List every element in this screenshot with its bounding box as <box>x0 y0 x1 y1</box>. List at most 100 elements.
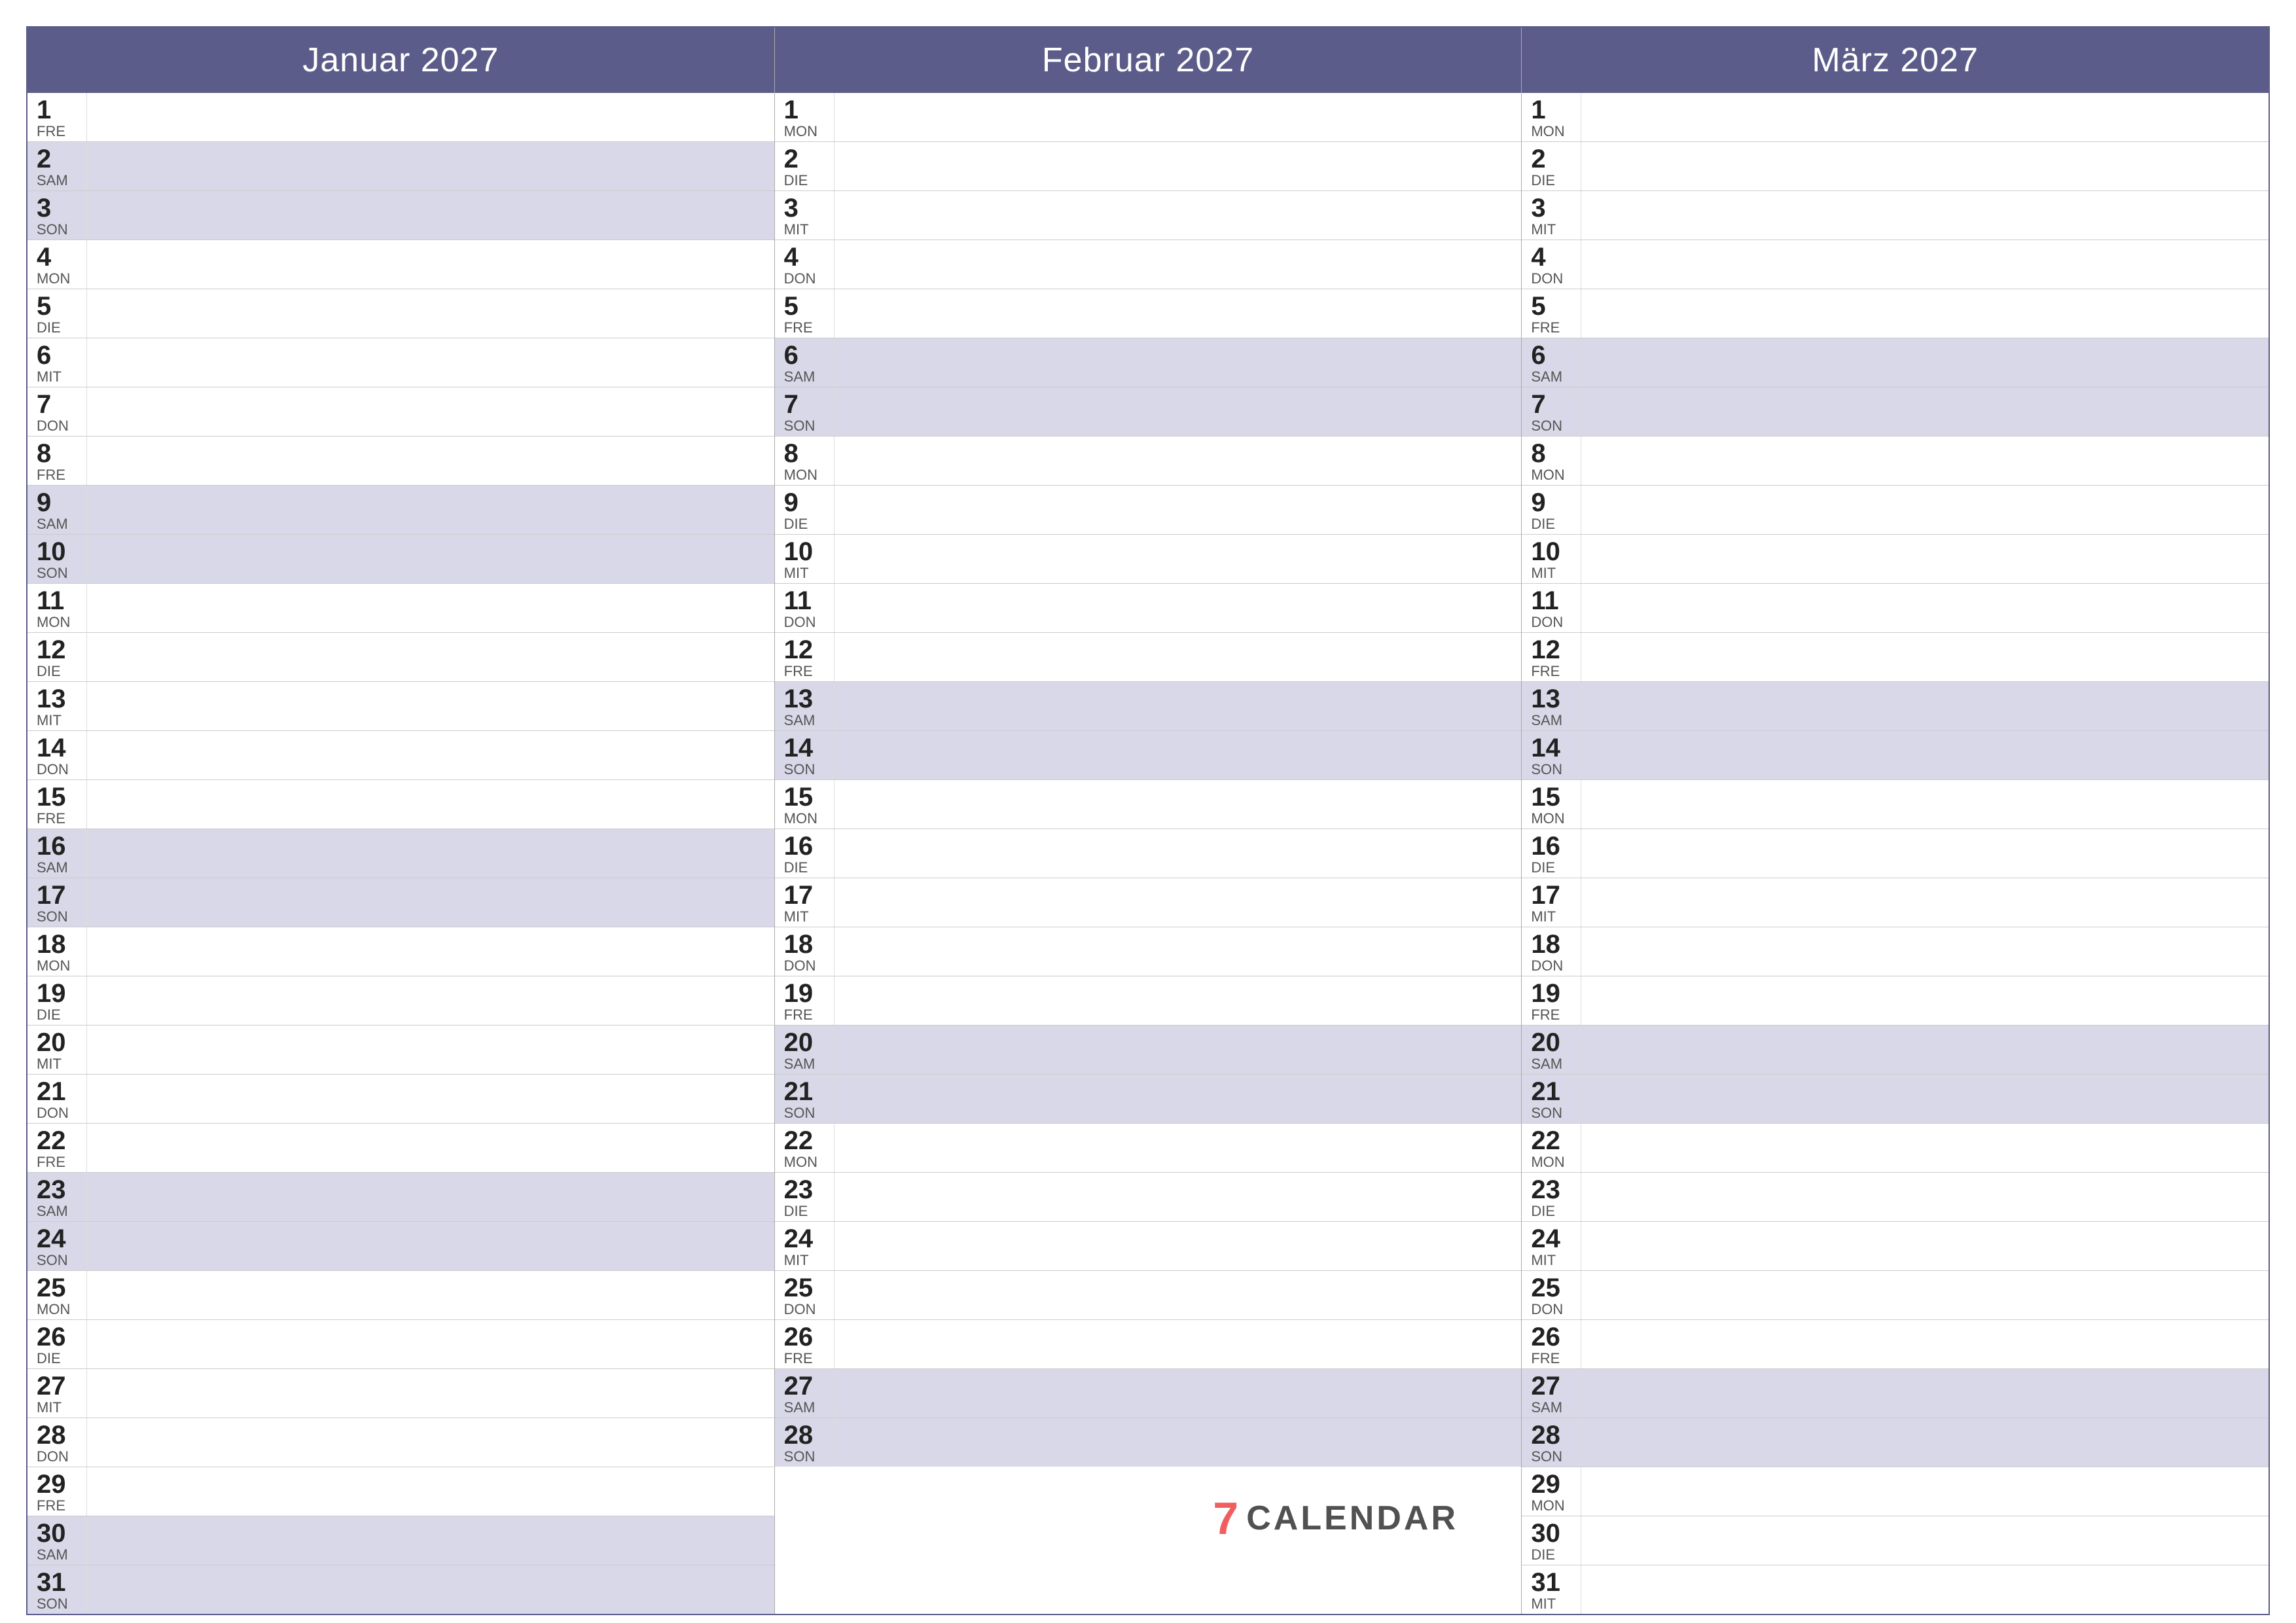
day-row: 31SON <box>27 1565 774 1614</box>
day-abbreviation: SON <box>1531 1450 1562 1464</box>
day-number: 11 <box>37 588 64 614</box>
day-content-area <box>86 1467 774 1516</box>
day-number-col: 10MIT <box>775 535 834 583</box>
day-content-area <box>1581 142 2269 190</box>
day-content-area <box>86 1320 774 1368</box>
day-row: 20MIT <box>27 1026 774 1075</box>
day-abbreviation: SAM <box>37 173 68 188</box>
day-content-area <box>1581 1467 2269 1516</box>
day-abbreviation: MON <box>1531 468 1564 482</box>
day-number: 28 <box>784 1422 814 1448</box>
day-abbreviation: MON <box>784 812 817 826</box>
day-abbreviation: SON <box>784 1450 816 1464</box>
day-row: 17SON <box>27 878 774 927</box>
day-abbreviation: DIE <box>1531 861 1555 875</box>
day-abbreviation: MON <box>37 615 70 630</box>
day-content-area <box>1581 1222 2269 1270</box>
day-number: 28 <box>37 1422 66 1448</box>
day-number-col: 20SAM <box>1522 1026 1581 1074</box>
day-row: 19DIE <box>27 976 774 1026</box>
day-number: 19 <box>1531 980 1560 1007</box>
day-abbreviation: DIE <box>37 664 61 679</box>
day-content-area <box>1581 535 2269 583</box>
day-number-col: 28SON <box>1522 1418 1581 1467</box>
day-content-area <box>86 387 774 436</box>
day-content-area <box>834 240 1522 289</box>
day-content-area <box>1581 1418 2269 1467</box>
day-content-area <box>86 976 774 1025</box>
day-row: 6MIT <box>27 338 774 387</box>
day-number: 14 <box>784 735 814 761</box>
day-abbreviation: MIT <box>37 713 62 728</box>
day-number: 23 <box>37 1177 66 1203</box>
day-row: 16DIE <box>1522 829 2269 878</box>
day-row: 11MON <box>27 584 774 633</box>
day-row: 7SON <box>775 387 1522 437</box>
day-row: 26FRE <box>775 1320 1522 1369</box>
day-row: 9DIE <box>775 486 1522 535</box>
day-number: 2 <box>1531 146 1545 172</box>
day-number: 25 <box>1531 1275 1560 1301</box>
day-number-col: 16DIE <box>1522 829 1581 878</box>
day-row: 26DIE <box>27 1320 774 1369</box>
day-content-area <box>834 976 1522 1025</box>
month-col-3: März 20271MON2DIE3MIT4DON5FRE6SAM7SON8MO… <box>1522 27 2269 1614</box>
day-number-col: 16 SAM <box>27 829 86 878</box>
day-row: 2SAM <box>27 142 774 191</box>
day-number: 8 <box>784 440 798 467</box>
day-abbreviation: DON <box>784 615 816 630</box>
day-number: 7 <box>37 391 51 418</box>
day-number-col: 11DON <box>775 584 834 632</box>
day-row: 9SAM <box>27 486 774 535</box>
day-content-area <box>1581 682 2269 730</box>
day-content-area <box>86 1173 774 1221</box>
day-abbreviation: DIE <box>1531 1548 1555 1562</box>
day-content-area <box>86 191 774 240</box>
day-row: 17MIT <box>1522 878 2269 927</box>
day-number-col: 15MON <box>775 780 834 829</box>
day-number-col: 18DON <box>1522 927 1581 976</box>
day-number-col: 2DIE <box>775 142 834 190</box>
day-abbreviation: SAM <box>1531 1400 1562 1415</box>
day-content-area <box>1581 927 2269 976</box>
day-number: 22 <box>784 1128 814 1154</box>
day-number: 19 <box>784 980 814 1007</box>
day-number: 5 <box>1531 293 1545 319</box>
day-abbreviation: MON <box>37 272 70 286</box>
day-row: 7SON <box>1522 387 2269 437</box>
day-row: 5FRE <box>1522 289 2269 338</box>
day-row: 16DIE <box>775 829 1522 878</box>
day-number-col: 19FRE <box>1522 976 1581 1025</box>
day-content-area <box>86 584 774 632</box>
day-abbreviation: SAM <box>37 861 68 875</box>
day-number-col: 22FRE <box>27 1124 86 1172</box>
day-number: 17 <box>1531 882 1560 908</box>
day-row: 14SON <box>1522 731 2269 780</box>
day-number: 2 <box>37 146 51 172</box>
day-abbreviation: DON <box>784 959 816 973</box>
day-number-col: 9DIE <box>775 486 834 534</box>
day-abbreviation: SON <box>784 1106 816 1120</box>
day-abbreviation: MIT <box>784 566 809 580</box>
day-number-col: 21SON <box>1522 1075 1581 1123</box>
day-abbreviation: MIT <box>784 223 809 237</box>
day-row: 20SAM <box>1522 1026 2269 1075</box>
day-number: 18 <box>1531 931 1560 957</box>
day-content-area <box>1581 633 2269 681</box>
day-number-col: 9DIE <box>1522 486 1581 534</box>
day-content-area <box>1581 731 2269 779</box>
day-row: 25MON <box>27 1271 774 1320</box>
day-number: 16 <box>37 833 66 859</box>
day-number: 27 <box>1531 1373 1560 1399</box>
day-number-col: 2SAM <box>27 142 86 190</box>
day-number-col: 20SAM <box>775 1026 834 1074</box>
day-content-area <box>1581 1565 2269 1614</box>
day-content-area <box>834 93 1522 141</box>
day-row: 24MIT <box>775 1222 1522 1271</box>
day-row: 10MIT <box>775 535 1522 584</box>
day-row: 7DON <box>27 387 774 437</box>
day-number-col: 23DIE <box>1522 1173 1581 1221</box>
day-number: 14 <box>37 735 66 761</box>
day-content-area <box>834 1124 1522 1172</box>
day-number-col: 6MIT <box>27 338 86 387</box>
